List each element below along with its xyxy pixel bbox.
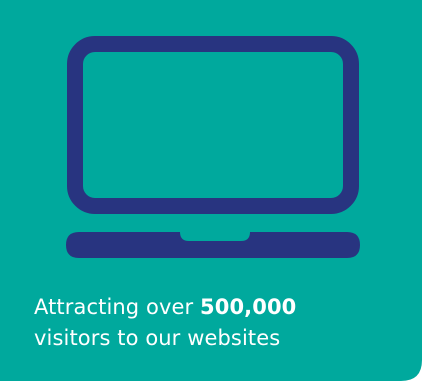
caption-line-1: Attracting over 500,000 bbox=[34, 292, 394, 323]
laptop-base bbox=[66, 232, 360, 258]
laptop-screen bbox=[67, 36, 359, 214]
caption-line-2: visitors to our websites bbox=[34, 326, 281, 350]
stat-caption: Attracting over 500,000 visitors to our … bbox=[34, 292, 394, 354]
caption-prefix: Attracting over bbox=[34, 295, 201, 319]
visitor-count: 500,000 bbox=[200, 295, 297, 319]
stat-card: Attracting over 500,000 visitors to our … bbox=[0, 0, 422, 381]
